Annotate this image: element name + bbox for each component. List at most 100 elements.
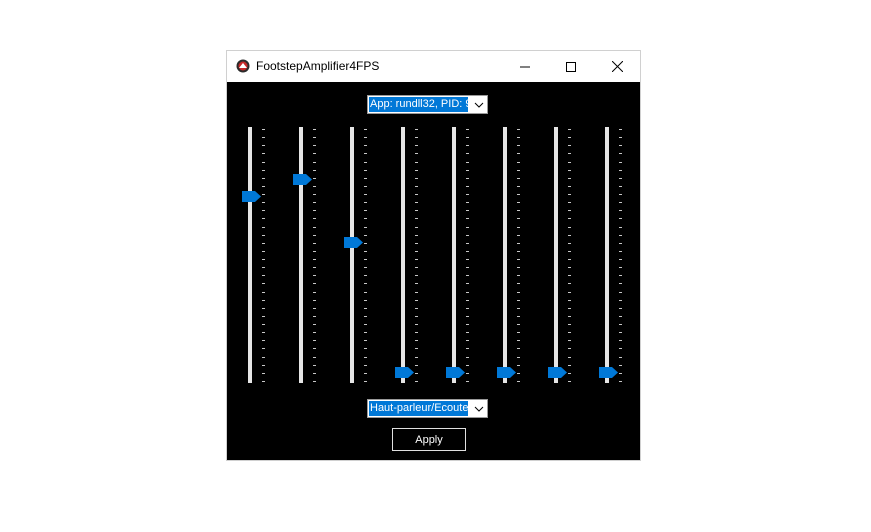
slider-thumb[interactable] xyxy=(446,367,465,378)
slider-tick xyxy=(262,202,265,203)
slider-tick xyxy=(568,267,571,268)
slider-thumb[interactable] xyxy=(395,367,414,378)
slider-track[interactable] xyxy=(554,127,558,383)
close-button[interactable] xyxy=(594,51,640,82)
slider-tick xyxy=(466,259,469,260)
slider-tick xyxy=(262,340,265,341)
volume-slider[interactable] xyxy=(344,127,374,383)
slider-tick xyxy=(364,178,367,179)
slider-tick xyxy=(619,259,622,260)
slider-tick xyxy=(415,210,418,211)
slider-tick xyxy=(364,129,367,130)
slider-tick xyxy=(313,259,316,260)
client-area: App: rundll32, PID: 9 Haut-parleur/Ecout… xyxy=(227,82,640,460)
slider-tick xyxy=(313,300,316,301)
slider-tick xyxy=(568,316,571,317)
slider-tick xyxy=(262,194,265,195)
slider-track[interactable] xyxy=(248,127,252,383)
app-select[interactable]: App: rundll32, PID: 9 xyxy=(367,95,488,114)
slider-tick xyxy=(466,300,469,301)
slider-tick xyxy=(415,162,418,163)
slider-tick xyxy=(517,218,520,219)
title-bar[interactable]: FootstepAmplifier4FPS xyxy=(227,51,640,82)
slider-tick xyxy=(415,145,418,146)
slider-track[interactable] xyxy=(350,127,354,383)
slider-thumb[interactable] xyxy=(293,174,312,185)
slider-track[interactable] xyxy=(605,127,609,383)
slider-thumb[interactable] xyxy=(242,191,261,202)
slider-tick xyxy=(262,300,265,301)
slider-tick xyxy=(568,381,571,382)
slider-tick xyxy=(415,129,418,130)
slider-tick xyxy=(313,145,316,146)
maximize-button[interactable] xyxy=(548,51,594,82)
slider-tick xyxy=(262,292,265,293)
slider-thumb[interactable] xyxy=(344,237,363,248)
slider-tick xyxy=(262,365,265,366)
device-select[interactable]: Haut-parleur/Ecoute xyxy=(367,399,488,418)
minimize-icon xyxy=(520,66,530,67)
slider-tick xyxy=(568,275,571,276)
volume-slider[interactable] xyxy=(548,127,578,383)
slider-tick xyxy=(262,129,265,130)
slider-tick xyxy=(466,332,469,333)
slider-tick xyxy=(619,218,622,219)
slider-tick xyxy=(364,243,367,244)
slider-tick xyxy=(364,267,367,268)
slider-tick xyxy=(466,170,469,171)
slider-tick xyxy=(517,251,520,252)
slider-tick xyxy=(364,218,367,219)
apply-button[interactable]: Apply xyxy=(392,428,466,451)
slider-track[interactable] xyxy=(401,127,405,383)
slider-tick xyxy=(517,292,520,293)
slider-tick xyxy=(364,316,367,317)
slider-tick xyxy=(415,381,418,382)
slider-tick xyxy=(466,129,469,130)
slider-tick xyxy=(313,292,316,293)
slider-tick xyxy=(313,137,316,138)
slider-tick xyxy=(619,162,622,163)
slider-tick xyxy=(466,251,469,252)
slider-tick xyxy=(619,243,622,244)
slider-tick xyxy=(619,227,622,228)
slider-tick xyxy=(466,218,469,219)
volume-slider[interactable] xyxy=(446,127,476,383)
slider-tick xyxy=(466,186,469,187)
slider-tick xyxy=(364,227,367,228)
slider-tick xyxy=(466,153,469,154)
slider-tick xyxy=(466,202,469,203)
slider-tick xyxy=(262,243,265,244)
volume-slider[interactable] xyxy=(395,127,425,383)
slider-tick xyxy=(568,300,571,301)
volume-slider[interactable] xyxy=(293,127,323,383)
minimize-button[interactable] xyxy=(502,51,548,82)
volume-slider[interactable] xyxy=(599,127,629,383)
slider-tick xyxy=(619,129,622,130)
slider-tick xyxy=(517,348,520,349)
slider-tick xyxy=(466,316,469,317)
slider-tick xyxy=(568,259,571,260)
slider-tick xyxy=(415,324,418,325)
slider-tick xyxy=(517,235,520,236)
volume-slider[interactable] xyxy=(242,127,272,383)
slider-thumb[interactable] xyxy=(599,367,618,378)
slider-thumb[interactable] xyxy=(497,367,516,378)
slider-track[interactable] xyxy=(452,127,456,383)
slider-tick xyxy=(517,186,520,187)
slider-tick xyxy=(568,210,571,211)
slider-tick xyxy=(364,324,367,325)
slider-tick xyxy=(466,137,469,138)
slider-track[interactable] xyxy=(503,127,507,383)
volume-slider[interactable] xyxy=(497,127,527,383)
slider-tick xyxy=(364,283,367,284)
slider-tick xyxy=(619,186,622,187)
slider-track[interactable] xyxy=(299,127,303,383)
slider-tick xyxy=(262,170,265,171)
slider-tick xyxy=(262,357,265,358)
slider-thumb[interactable] xyxy=(548,367,567,378)
slider-ticks xyxy=(415,127,418,383)
slider-tick xyxy=(313,202,316,203)
slider-tick xyxy=(619,357,622,358)
slider-tick xyxy=(364,194,367,195)
slider-tick xyxy=(466,243,469,244)
